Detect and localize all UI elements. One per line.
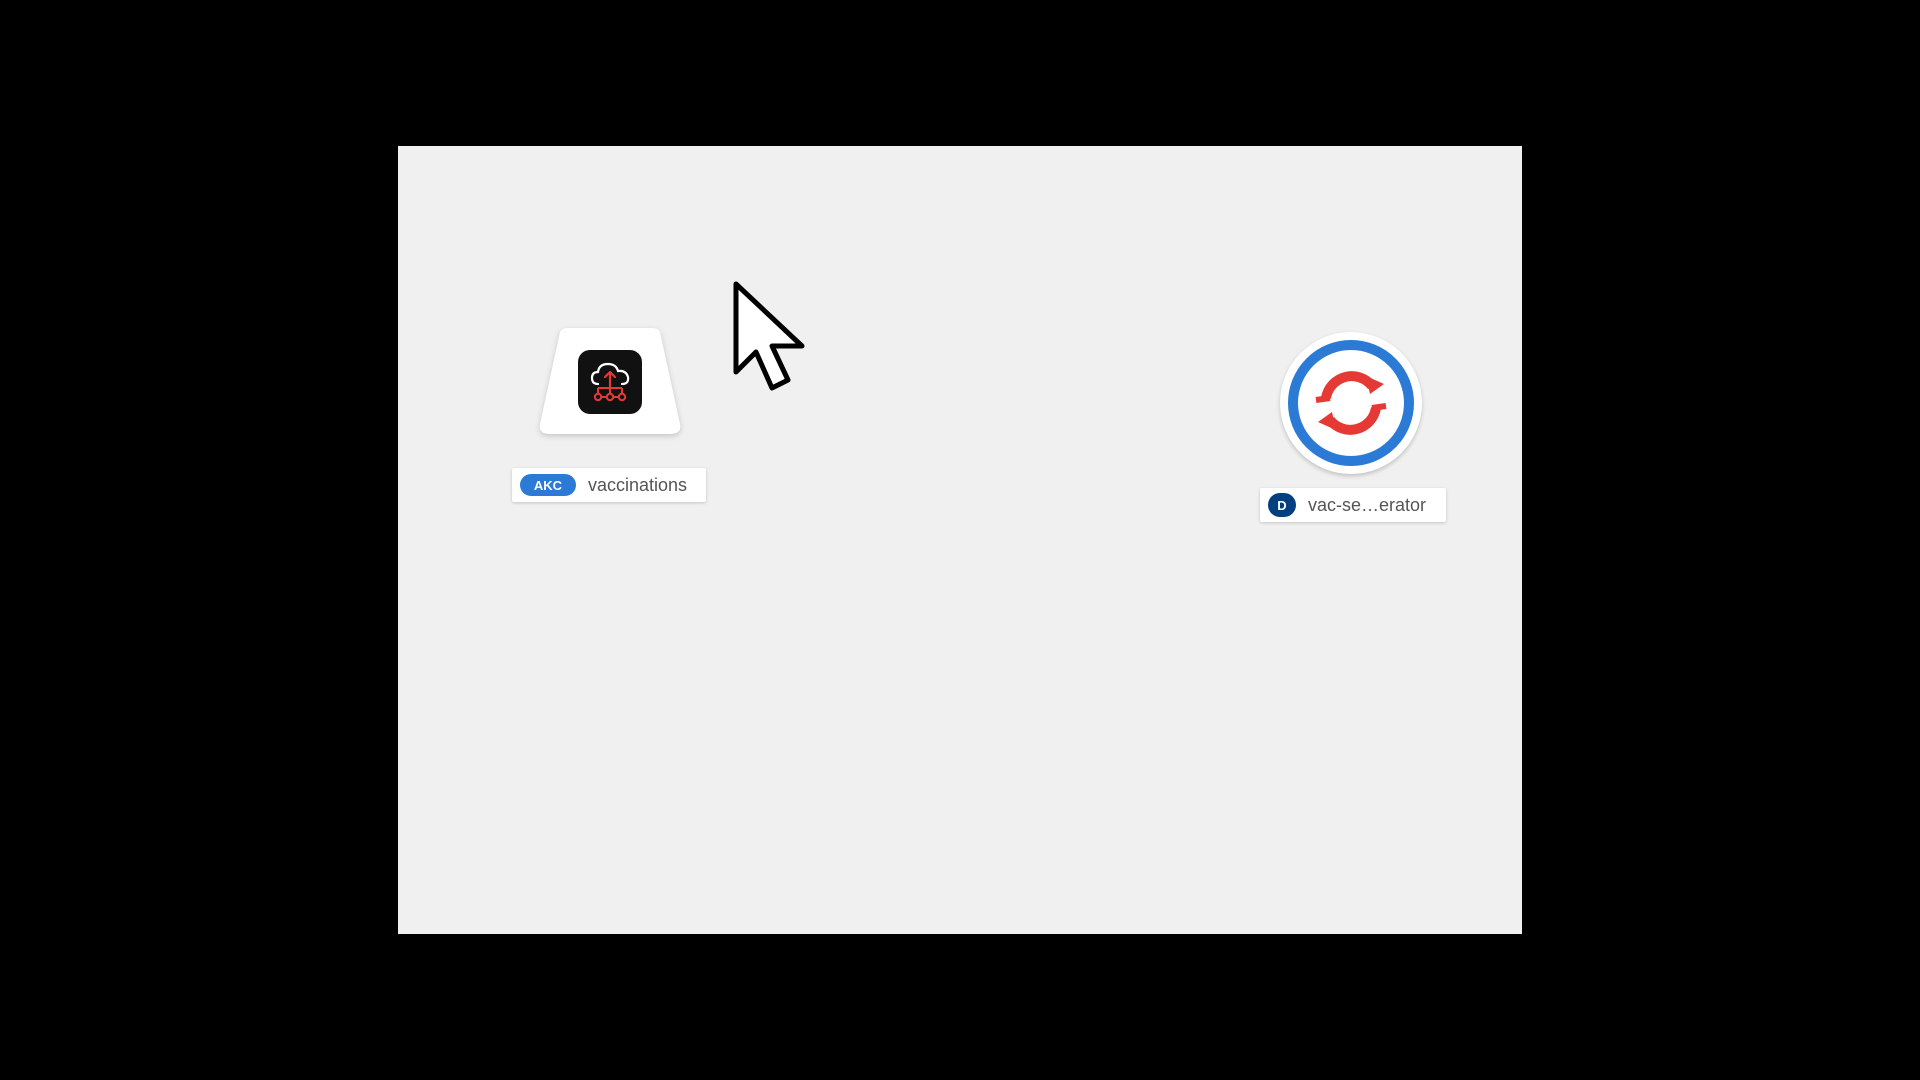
openshift-logo-icon [1288,340,1414,466]
deployment-badge: D [1268,493,1296,517]
deployment-node[interactable] [1280,332,1422,474]
topology-canvas[interactable]: AKC vaccinations D vac-se…erator [398,146,1522,934]
deployment-name: vac-se…erator [1308,494,1427,515]
akc-badge: AKC [520,474,576,496]
kafka-connection-node[interactable] [538,328,682,438]
kafka-connection-label[interactable]: AKC vaccinations [512,468,706,502]
screen-frame: AKC vaccinations D vac-se…erator [0,0,1920,1080]
cloud-upload-network-icon [578,350,642,414]
kafka-connection-name: vaccinations [588,474,688,495]
deployment-label[interactable]: D vac-se…erator [1260,488,1446,522]
